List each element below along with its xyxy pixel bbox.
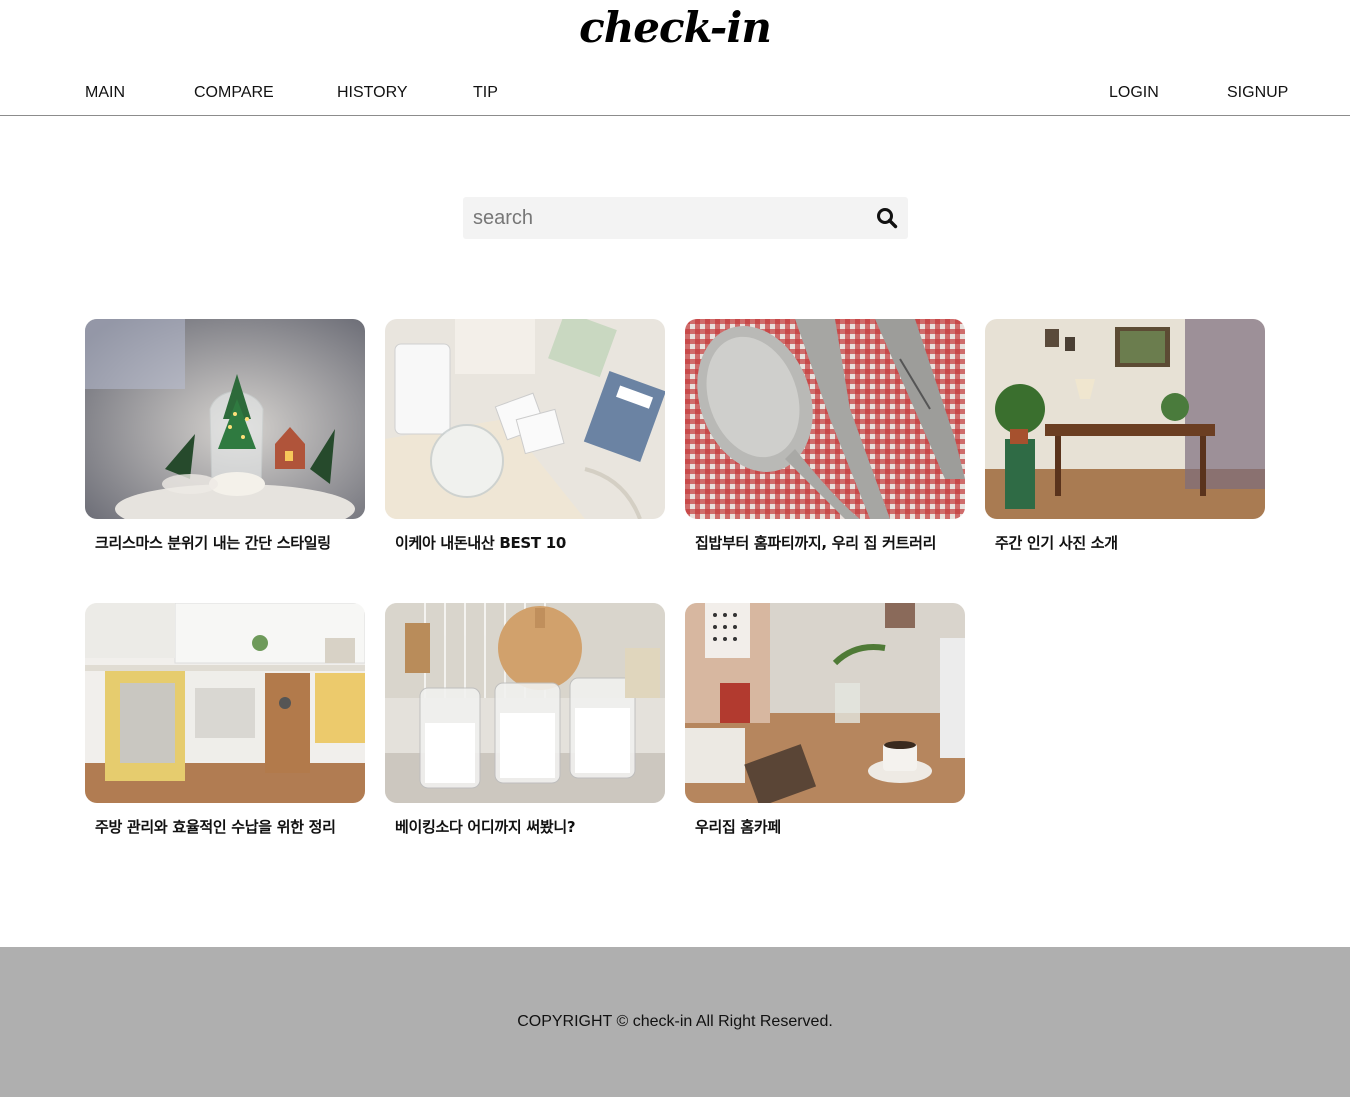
card-kitchen-storage[interactable]: 주방 관리와 효율적인 수납을 위한 정리 bbox=[85, 603, 365, 843]
ikea-items-image[interactable] bbox=[385, 319, 665, 519]
nav-tip[interactable]: TIP bbox=[473, 84, 498, 102]
card-title[interactable]: 주방 관리와 효율적인 수납을 위한 정리 bbox=[95, 816, 365, 837]
card-title[interactable]: 베이킹소다 어디까지 써봤니? bbox=[395, 816, 665, 837]
site-logo[interactable]: check-in bbox=[0, 2, 1350, 54]
copyright-text: COPYRIGHT © check-in All Right Reserved. bbox=[517, 1013, 833, 1030]
nav-main[interactable]: MAIN bbox=[85, 84, 125, 102]
nav-signup[interactable]: SIGNUP bbox=[1227, 84, 1288, 102]
nav-compare[interactable]: COMPARE bbox=[194, 84, 274, 102]
card-weekly-photos[interactable]: 주간 인기 사진 소개 bbox=[985, 319, 1265, 559]
search-input[interactable] bbox=[463, 197, 863, 239]
card-title[interactable]: 집밥부터 홈파티까지, 우리 집 커트러리 bbox=[695, 532, 965, 553]
christmas-terrarium-image[interactable] bbox=[85, 319, 365, 519]
card-title[interactable]: 주간 인기 사진 소개 bbox=[995, 532, 1265, 553]
kitchen-cabinet-image[interactable] bbox=[85, 603, 365, 803]
card-home-cafe[interactable]: 우리집 홈카페 bbox=[685, 603, 965, 843]
main-nav: MAIN COMPARE HISTORY TIP LOGIN SIGNUP bbox=[0, 80, 1350, 116]
cutlery-image[interactable] bbox=[685, 319, 965, 519]
card-title[interactable]: 이케아 내돈내산 BEST 10 bbox=[395, 532, 665, 553]
card-title[interactable]: 크리스마스 분위기 내는 간단 스타일링 bbox=[95, 532, 365, 553]
footer: COPYRIGHT © check-in All Right Reserved. bbox=[0, 947, 1350, 1097]
card-cutlery[interactable]: 집밥부터 홈파티까지, 우리 집 커트러리 bbox=[685, 319, 965, 559]
card-christmas-styling[interactable]: 크리스마스 분위기 내는 간단 스타일링 bbox=[85, 319, 365, 559]
dining-room-image[interactable] bbox=[985, 319, 1265, 519]
search-bar bbox=[463, 197, 908, 239]
home-cafe-image[interactable] bbox=[685, 603, 965, 803]
card-baking-soda[interactable]: 베이킹소다 어디까지 써봤니? bbox=[385, 603, 665, 843]
card-ikea-best[interactable]: 이케아 내돈내산 BEST 10 bbox=[385, 319, 665, 559]
nav-history[interactable]: HISTORY bbox=[337, 84, 408, 102]
card-title[interactable]: 우리집 홈카페 bbox=[695, 816, 965, 837]
search-icon[interactable] bbox=[876, 207, 898, 229]
nav-login[interactable]: LOGIN bbox=[1109, 84, 1159, 102]
glass-jars-image[interactable] bbox=[385, 603, 665, 803]
